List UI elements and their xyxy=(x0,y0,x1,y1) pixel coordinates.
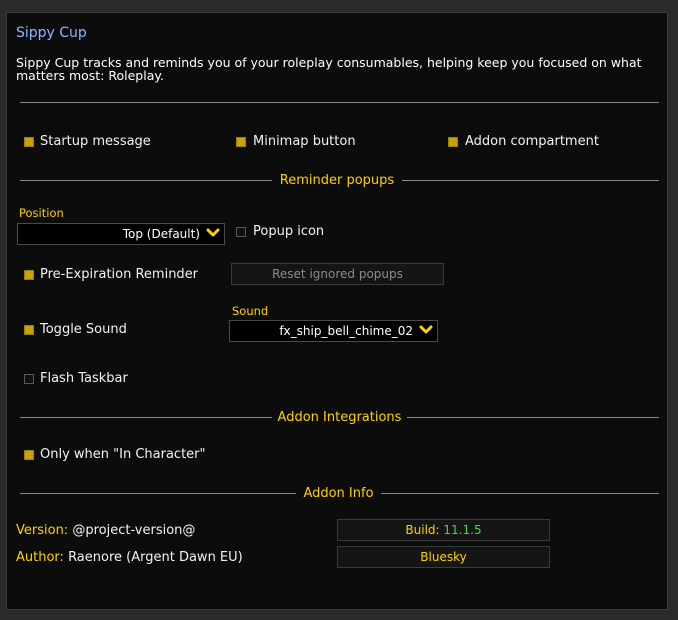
chevron-down-icon xyxy=(419,324,433,338)
pre-expiration-checkbox[interactable] xyxy=(24,270,34,280)
page-title: Sippy Cup xyxy=(16,25,87,41)
description-text: Sippy Cup tracks and reminds you of your… xyxy=(16,55,642,83)
chevron-down-icon xyxy=(206,227,220,241)
popup-icon-label: Popup icon xyxy=(253,224,325,239)
startup-message-checkbox[interactable] xyxy=(24,137,34,147)
bluesky-button[interactable]: Bluesky xyxy=(337,546,550,568)
author-row: Author: Raenore (Argent Dawn EU) xyxy=(16,550,243,565)
author-label: Author: xyxy=(16,550,64,565)
divider xyxy=(402,180,659,181)
startup-message-label: Startup message xyxy=(40,134,151,149)
toggle-sound-label: Toggle Sound xyxy=(40,322,127,337)
build-label: Build: xyxy=(405,523,440,537)
minimap-button-checkbox[interactable] xyxy=(236,137,246,147)
sound-label: Sound xyxy=(232,304,269,318)
divider xyxy=(381,493,659,494)
build-value: 11.1.5 xyxy=(443,523,482,537)
addon-info-header: Addon Info xyxy=(303,486,374,501)
version-row: Version: @project-version@ xyxy=(16,523,195,538)
sound-dropdown[interactable]: fx_ship_bell_chime_02 xyxy=(229,320,438,342)
divider xyxy=(20,102,659,103)
version-value: @project-version@ xyxy=(72,523,196,538)
author-value: Raenore (Argent Dawn EU) xyxy=(68,550,243,565)
minimap-button-label: Minimap button xyxy=(253,134,356,149)
build-button[interactable]: Build: 11.1.5 xyxy=(337,519,550,541)
divider xyxy=(20,417,272,418)
addon-integrations-header: Addon Integrations xyxy=(277,410,402,425)
position-label: Position xyxy=(19,206,64,220)
in-character-label: Only when "In Character" xyxy=(40,447,206,462)
popup-icon-checkbox[interactable] xyxy=(236,227,246,237)
position-value: Top (Default) xyxy=(122,227,200,241)
addon-compartment-checkbox[interactable] xyxy=(448,137,458,147)
settings-panel: Sippy Cup Sippy Cup tracks and reminds y… xyxy=(6,12,668,610)
toggle-sound-checkbox[interactable] xyxy=(24,325,34,335)
reminder-popups-header: Reminder popups xyxy=(279,173,395,188)
version-label: Version: xyxy=(16,523,69,538)
in-character-checkbox[interactable] xyxy=(24,450,34,460)
divider xyxy=(20,493,296,494)
divider xyxy=(20,180,272,181)
pre-expiration-label: Pre-Expiration Reminder xyxy=(40,267,199,282)
divider xyxy=(407,417,659,418)
position-dropdown[interactable]: Top (Default) xyxy=(17,223,225,245)
flash-taskbar-checkbox[interactable] xyxy=(24,374,34,384)
flash-taskbar-label: Flash Taskbar xyxy=(40,371,128,386)
sound-value: fx_ship_bell_chime_02 xyxy=(279,324,413,338)
addon-compartment-label: Addon compartment xyxy=(465,134,599,149)
reset-ignored-popups-button[interactable]: Reset ignored popups xyxy=(231,263,444,285)
